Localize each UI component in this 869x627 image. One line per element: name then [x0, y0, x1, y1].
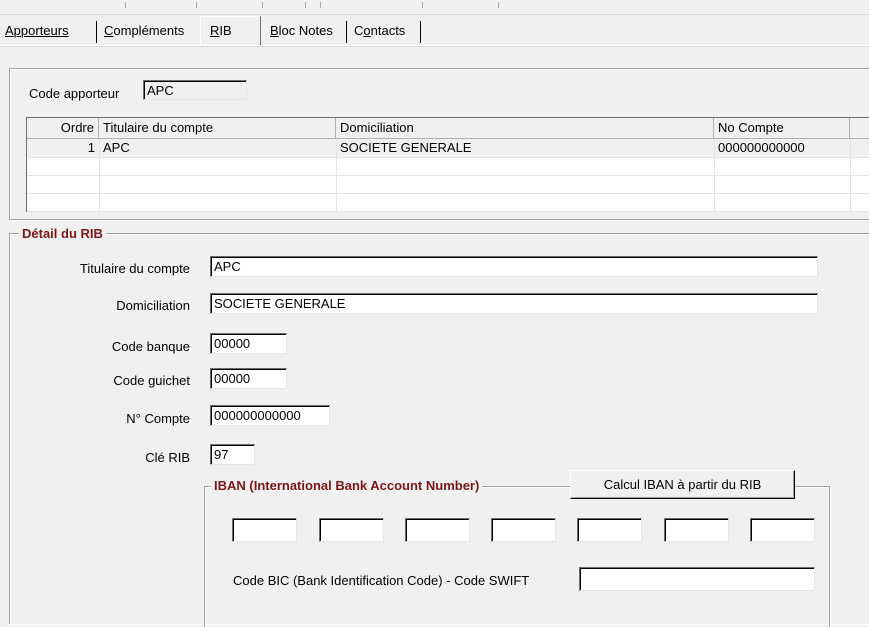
iban-group [204, 486, 830, 627]
iban-segment-4[interactable] [491, 518, 556, 542]
tab-label: Apporteurs [5, 23, 69, 38]
tab-label: Bloc Notes [270, 23, 333, 38]
domiciliation-field[interactable]: SOCIETE GENERALE [210, 293, 818, 314]
col-header-ordre[interactable]: Ordre [27, 118, 99, 139]
iban-segment-7[interactable] [750, 518, 815, 542]
col-header-domiciliation[interactable]: Domiciliation [336, 118, 714, 139]
cle-rib-field[interactable]: 97 [210, 444, 255, 465]
detail-rib-title: Détail du RIB [19, 226, 106, 241]
toolbar-remnant [0, 0, 869, 15]
tab-bar: Apporteurs Compléments RIB Bloc Notes Co… [0, 16, 869, 46]
cell-no-compte: 000000000000 [718, 140, 805, 155]
code-apporteur-field[interactable]: APC [143, 80, 247, 100]
no-compte-field[interactable]: 000000000000 [210, 405, 330, 426]
table-row[interactable]: 1 APC SOCIETE GENERALE 000000000000 [27, 139, 869, 157]
tab-complements[interactable]: Compléments [101, 21, 187, 41]
tab-label: Contacts [354, 23, 406, 38]
rib-grid[interactable]: Ordre Titulaire du compte Domiciliation … [26, 117, 869, 213]
code-banque-field[interactable]: 00000 [210, 333, 287, 354]
col-header-no-compte[interactable]: No Compte [714, 118, 850, 139]
bic-field[interactable] [579, 567, 815, 591]
tab-label: Compléments [104, 23, 185, 38]
cell-domiciliation: SOCIETE GENERALE [340, 140, 472, 155]
col-header-extra[interactable] [850, 118, 869, 139]
tab-apporteurs[interactable]: Apporteurs [2, 21, 72, 41]
iban-segment-1[interactable] [232, 518, 297, 542]
cell-titulaire: APC [103, 140, 130, 155]
iban-segment-6[interactable] [664, 518, 729, 542]
iban-segment-5[interactable] [577, 518, 642, 542]
iban-title: IBAN (International Bank Account Number) [211, 478, 483, 493]
titulaire-label: Titulaire du compte [79, 261, 190, 276]
code-guichet-field[interactable]: 00000 [210, 368, 287, 389]
calcul-iban-button[interactable]: Calcul IBAN à partir du RIB [570, 470, 795, 499]
code-apporteur-label: Code apporteur [29, 86, 120, 101]
tab-contacts[interactable]: Contacts [351, 21, 408, 41]
cle-rib-label: Clé RIB [145, 450, 190, 465]
tab-bloc-notes[interactable]: Bloc Notes [267, 21, 336, 41]
bic-label: Code BIC (Bank Identification Code) - Co… [233, 573, 530, 588]
col-header-titulaire[interactable]: Titulaire du compte [99, 118, 336, 139]
domiciliation-label: Domiciliation [116, 298, 190, 313]
cell-ordre: 1 [87, 140, 95, 155]
tab-label: RIB [210, 23, 232, 38]
iban-segment-3[interactable] [405, 518, 470, 542]
titulaire-field[interactable]: APC [210, 256, 818, 277]
code-guichet-label: Code guichet [113, 373, 190, 388]
iban-segment-2[interactable] [319, 518, 384, 542]
no-compte-label: N° Compte [126, 411, 190, 426]
code-banque-label: Code banque [111, 339, 190, 354]
tab-rib[interactable]: RIB [207, 21, 235, 41]
